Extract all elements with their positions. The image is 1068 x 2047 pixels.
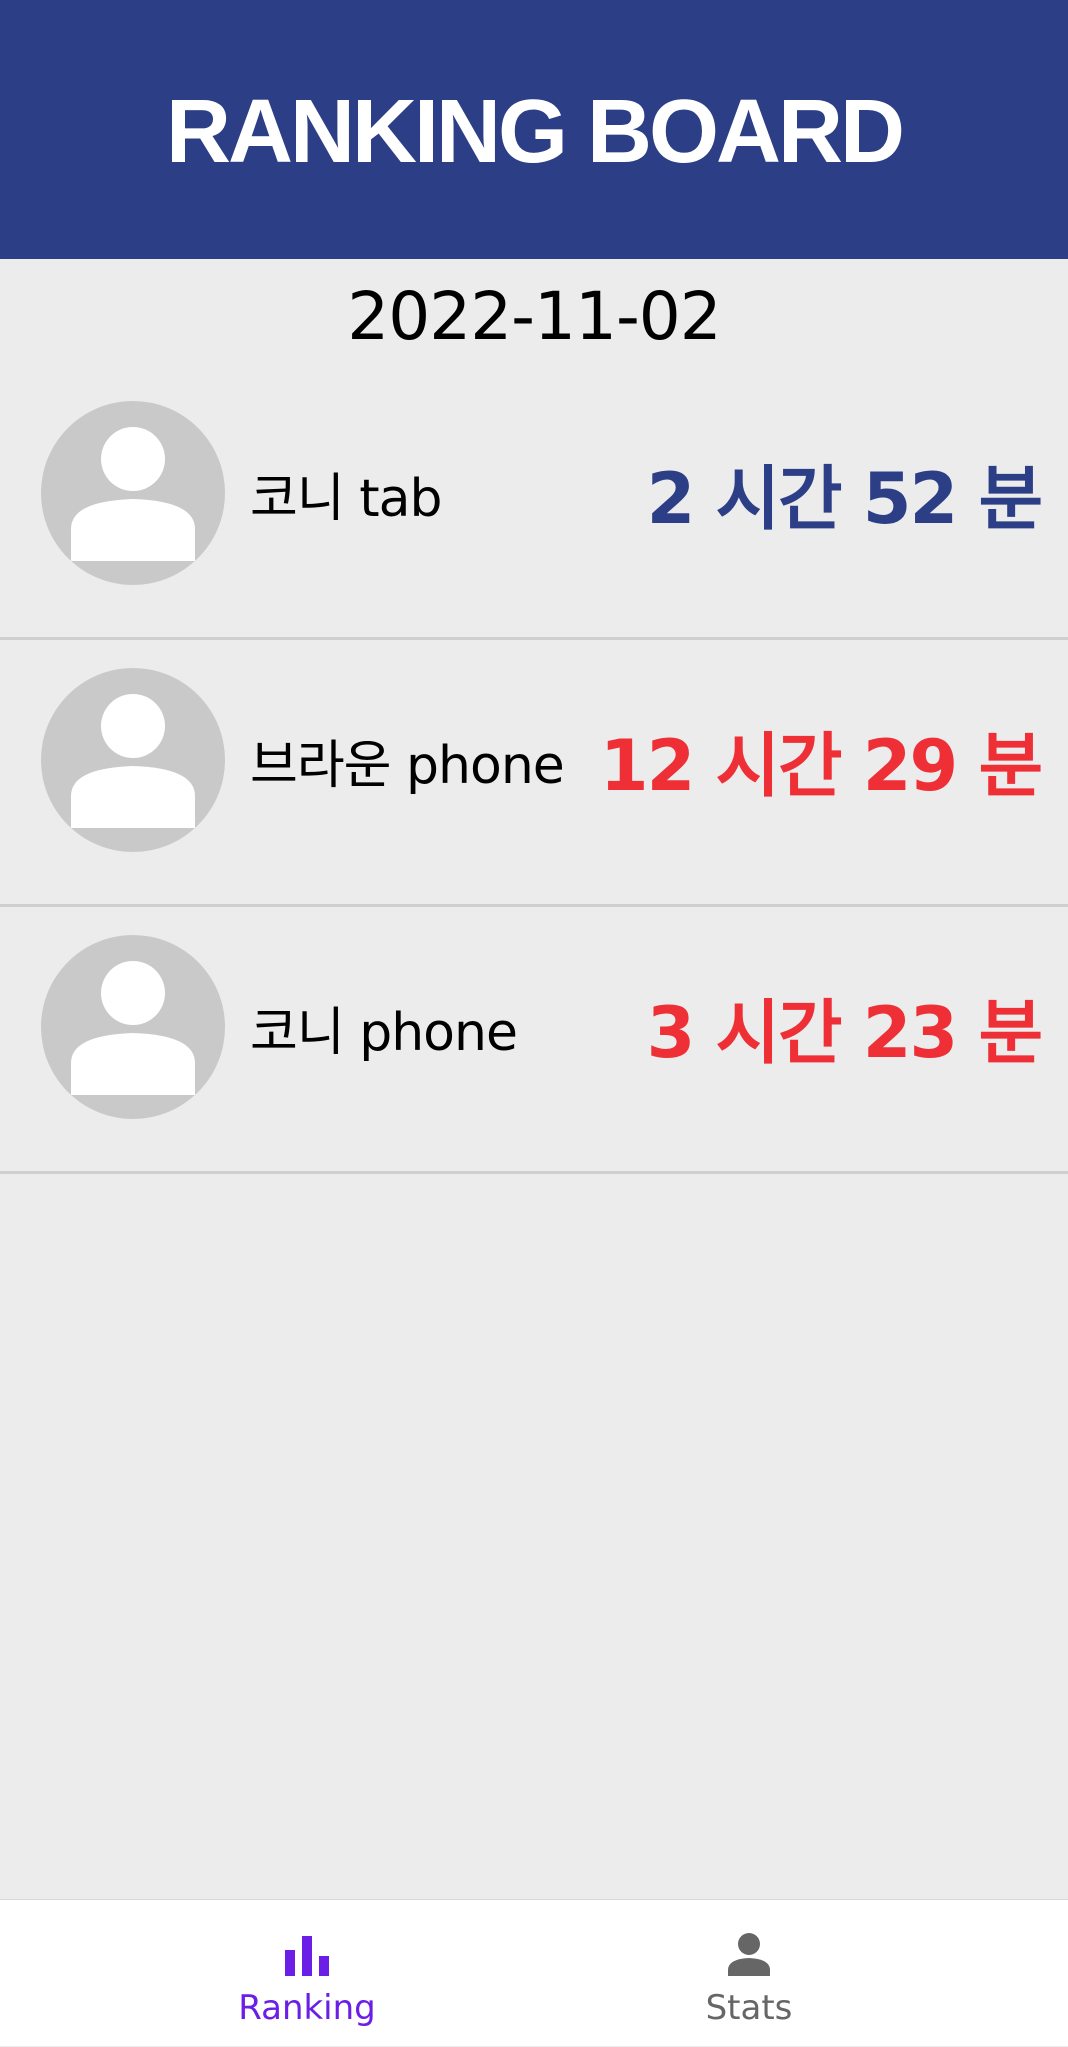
nav-item-stats[interactable]: Stats bbox=[482, 1900, 1016, 2047]
person-avatar-icon bbox=[41, 668, 225, 852]
person-avatar-icon bbox=[41, 935, 225, 1119]
usage-time: 12 시간 29 분 bbox=[599, 724, 1043, 807]
usage-time: 3 시간 23 분 bbox=[646, 991, 1043, 1074]
ranking-row[interactable]: 브라운 phone 12 시간 29 분 bbox=[0, 640, 1068, 907]
page-title: RANKING BOARD bbox=[166, 82, 905, 182]
ranking-list: 코니 tab 2 시간 52 분 브라운 phone 12 시간 29 분 코니… bbox=[0, 373, 1068, 1174]
usage-time: 2 시간 52 분 bbox=[646, 457, 1043, 540]
bottom-navigation: Ranking Stats bbox=[0, 1899, 1068, 2046]
device-name: 코니 tab bbox=[250, 468, 442, 529]
device-name: 브라운 phone bbox=[250, 735, 565, 796]
person-avatar-icon bbox=[41, 401, 225, 585]
person-icon bbox=[724, 1930, 774, 1980]
ranking-row[interactable]: 코니 tab 2 시간 52 분 bbox=[0, 373, 1068, 640]
bar-chart-icon bbox=[282, 1930, 332, 1980]
device-name: 코니 phone bbox=[250, 1002, 518, 1063]
nav-label-stats: Stats bbox=[705, 1988, 793, 2028]
ranking-row[interactable]: 코니 phone 3 시간 23 분 bbox=[0, 907, 1068, 1174]
app-header: RANKING BOARD bbox=[0, 0, 1068, 259]
ranking-date: 2022-11-02 bbox=[347, 277, 722, 355]
